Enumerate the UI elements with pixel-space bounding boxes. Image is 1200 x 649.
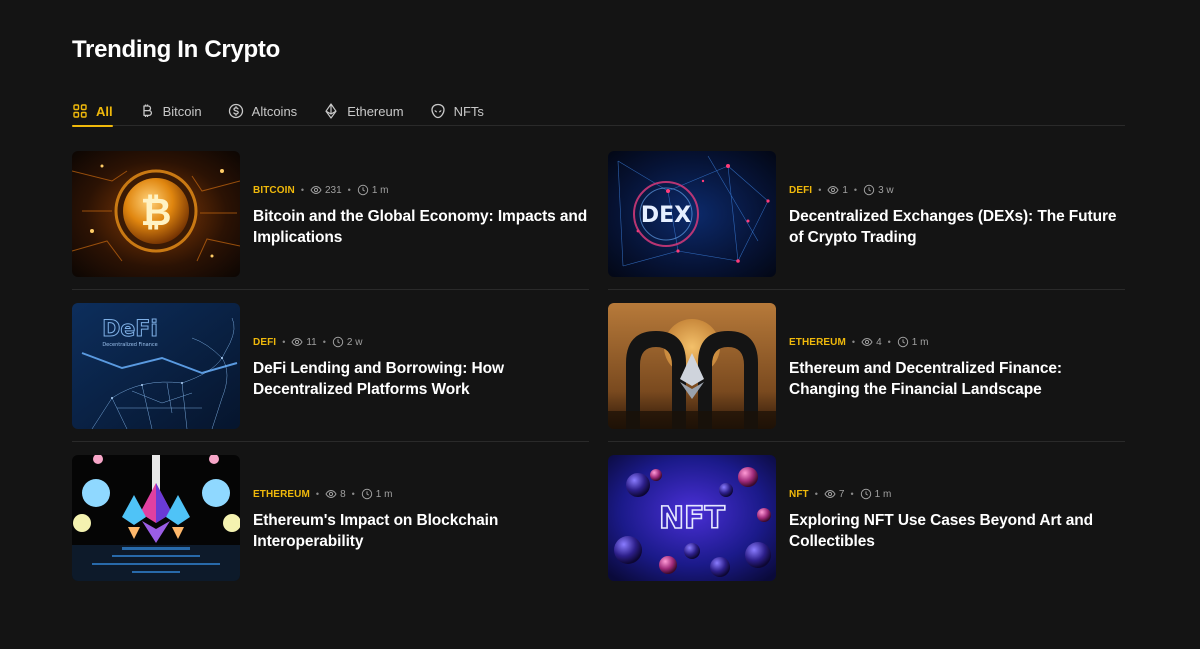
article-title[interactable]: Decentralized Exchanges (DEXs): The Futu… xyxy=(789,206,1125,248)
eye-icon xyxy=(325,488,337,500)
article-card[interactable]: ₿ BITCOIN • 231 • 1 m Bitcoin and the Gl… xyxy=(72,151,589,303)
bitcoin-image[interactable]: ₿ xyxy=(72,151,240,277)
category-label[interactable]: DEFI xyxy=(253,337,276,348)
article-title[interactable]: Ethereum and Decentralized Finance: Chan… xyxy=(789,358,1125,400)
article-card[interactable]: ETHEREUM • 4 • 1 m Ethereum and Decentra… xyxy=(608,303,1125,455)
article-card[interactable]: DEX DEFI • 1 • 3 w Decentralized Exchang… xyxy=(608,151,1125,303)
article-meta: DEFI • 11 • 2 w xyxy=(253,335,589,349)
clock-icon xyxy=(897,336,909,348)
clock-icon xyxy=(361,488,373,500)
article-card[interactable]: ETHEREUM • 8 • 1 m Ethereum's Impact on … xyxy=(72,455,589,607)
article-meta: ETHEREUM • 8 • 1 m xyxy=(253,487,589,501)
ethereum-arches-image[interactable] xyxy=(608,303,776,429)
time-ago: 1 m xyxy=(874,488,892,500)
dex-image-text: DEX xyxy=(641,203,691,228)
nft-image-text: NFT xyxy=(659,501,726,536)
time-ago: 2 w xyxy=(346,336,363,348)
view-count: 7 xyxy=(838,488,845,500)
separator-dot: • xyxy=(322,337,326,347)
separator-dot: • xyxy=(887,337,891,347)
category-label[interactable]: BITCOIN xyxy=(253,185,295,196)
separator-dot: • xyxy=(814,489,818,499)
svg-text:₿: ₿ xyxy=(141,190,172,234)
separator-dot: • xyxy=(347,185,351,195)
article-grid: ₿ BITCOIN • 231 • 1 m Bitcoin and the Gl… xyxy=(72,151,1125,607)
article-meta: ETHEREUM • 4 • 1 m xyxy=(789,335,1125,349)
separator-dot: • xyxy=(818,185,822,195)
view-count: 1 xyxy=(842,184,848,196)
tab-nfts[interactable]: NFTs xyxy=(430,90,484,126)
tab-bitcoin[interactable]: Bitcoin xyxy=(139,90,202,126)
separator-dot: • xyxy=(315,489,320,499)
bitcoin-icon xyxy=(139,103,155,119)
view-count: 4 xyxy=(876,336,882,348)
category-label[interactable]: DEFI xyxy=(789,185,812,196)
article-title[interactable]: Ethereum's Impact on Blockchain Interope… xyxy=(253,510,589,552)
article-card[interactable]: NFT NFT • 7 • 1 m Exploring NFT Use Case… xyxy=(608,455,1125,607)
tab-altcoins[interactable]: Altcoins xyxy=(228,90,298,126)
tab-label: NFTs xyxy=(453,103,484,119)
time-ago: 1 m xyxy=(911,336,929,348)
grid-icon xyxy=(72,103,88,119)
ethereum-icon xyxy=(323,103,339,119)
eye-icon xyxy=(310,184,322,196)
separator-dot: • xyxy=(850,489,854,499)
category-tabs: All Bitcoin Altcoins Ethereum NFTs xyxy=(72,90,1125,127)
defi-image-text: DeFi xyxy=(102,317,158,342)
time-ago: 1 m xyxy=(375,488,393,500)
category-label[interactable]: ETHEREUM xyxy=(789,337,846,348)
view-count: 231 xyxy=(324,184,342,196)
article-meta: DEFI • 1 • 3 w xyxy=(789,183,1125,197)
page-title: Trending In Crypto xyxy=(72,36,280,63)
defi-image-subtext: Decentralized Finance xyxy=(102,342,157,348)
article-card[interactable]: DeFi Decentralized Finance DEFI • 11 • 2… xyxy=(72,303,589,455)
article-title[interactable]: Exploring NFT Use Cases Beyond Art and C… xyxy=(789,510,1125,552)
separator-dot: • xyxy=(300,185,304,195)
eye-icon xyxy=(824,488,836,500)
separator-dot: • xyxy=(351,489,355,499)
category-label[interactable]: ETHEREUM xyxy=(253,489,310,500)
time-ago: 3 w xyxy=(878,184,894,196)
article-title[interactable]: DeFi Lending and Borrowing: How Decentra… xyxy=(253,358,589,400)
view-count: 8 xyxy=(340,488,346,500)
tab-label: Ethereum xyxy=(347,103,404,119)
time-ago: 1 m xyxy=(371,184,389,196)
eye-icon xyxy=(861,336,873,348)
alien-icon xyxy=(430,103,446,119)
article-meta: BITCOIN • 231 • 1 m xyxy=(253,183,589,197)
separator-dot: • xyxy=(282,337,286,347)
tab-label: All xyxy=(96,103,113,119)
tab-all[interactable]: All xyxy=(72,90,113,127)
dex-image[interactable]: DEX xyxy=(608,151,776,277)
category-label[interactable]: NFT xyxy=(789,489,809,500)
view-count: 11 xyxy=(306,336,317,348)
clock-icon xyxy=(357,184,369,196)
defi-bull-image[interactable]: DeFi Decentralized Finance xyxy=(72,303,240,429)
article-meta: NFT • 7 • 1 m xyxy=(789,487,1125,501)
tab-label: Altcoins xyxy=(251,103,298,119)
clock-icon xyxy=(860,488,872,500)
nft-spheres-image[interactable]: NFT xyxy=(608,455,776,581)
separator-dot: • xyxy=(853,185,858,195)
tab-ethereum[interactable]: Ethereum xyxy=(323,90,404,126)
clock-icon xyxy=(332,336,344,348)
eye-icon xyxy=(827,184,839,196)
eye-icon xyxy=(291,336,303,348)
ethereum-crystals-image[interactable] xyxy=(72,455,240,581)
clock-icon xyxy=(863,184,875,196)
separator-dot: • xyxy=(851,337,856,347)
article-title[interactable]: Bitcoin and the Global Economy: Impacts … xyxy=(253,206,589,248)
tab-label: Bitcoin xyxy=(162,103,202,119)
coin-icon xyxy=(228,103,244,119)
